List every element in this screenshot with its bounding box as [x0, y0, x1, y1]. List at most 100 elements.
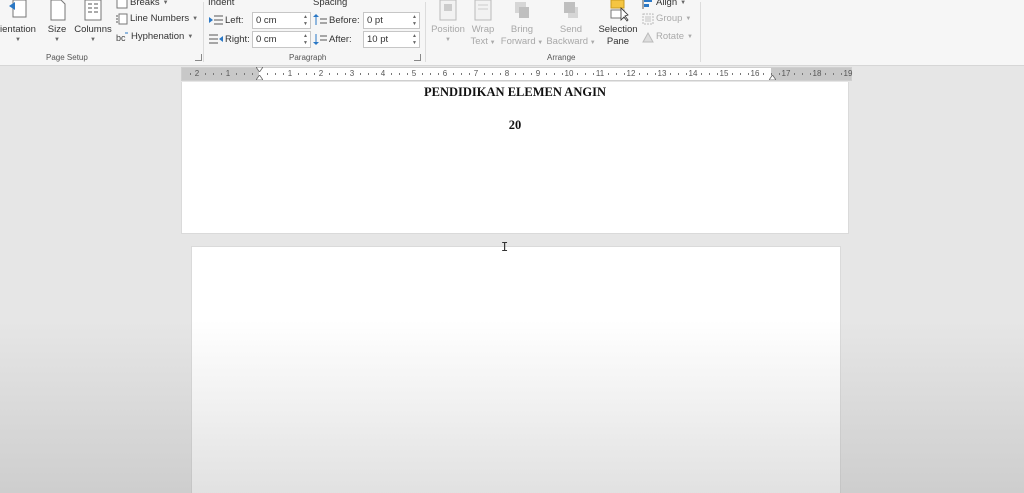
arrange-group-label: Arrange: [547, 53, 576, 62]
hyphenation-button[interactable]: bc Hyphenation ▼: [116, 29, 193, 45]
document-page-next[interactable]: [191, 246, 841, 493]
chevron-down-icon: ▼: [487, 40, 496, 46]
chevron-down-icon: ▼: [685, 16, 692, 22]
selection-pane-button[interactable]: Selection Pane: [596, 0, 640, 48]
page-size-icon: [50, 0, 66, 21]
wrap-text-button[interactable]: Wrap Text ▼: [468, 0, 498, 49]
ruler-tick-mark: [577, 73, 578, 75]
ruler-label: 16: [750, 69, 760, 78]
ruler-label: 4: [380, 69, 386, 78]
ruler-tick-mark: [422, 73, 423, 75]
ruler-label: 1: [287, 69, 293, 78]
ruler-label: 12: [626, 69, 636, 78]
ruler-label: 13: [657, 69, 667, 78]
wrap-text-icon: [474, 0, 492, 21]
chevron-down-icon: ▼: [680, 0, 687, 6]
rotate-button[interactable]: Rotate ▼: [642, 29, 693, 45]
align-button[interactable]: Align ▼: [642, 0, 686, 11]
breaks-button[interactable]: Breaks ▼: [116, 0, 169, 11]
line-numbers-icon: [116, 13, 128, 25]
orientation-icon: [9, 0, 27, 18]
bring-forward-button[interactable]: Bring Forward ▼: [499, 0, 545, 49]
ruler-label: 3: [349, 69, 355, 78]
spacing-before-input[interactable]: 0 pt ▲ ▼: [363, 12, 420, 29]
right-indent-marker[interactable]: [769, 75, 776, 80]
spinner-arrows-icon[interactable]: ▲ ▼: [303, 33, 308, 47]
ruler-tick-mark: [701, 73, 702, 75]
ruler-tick-mark: [252, 73, 253, 75]
ruler-tick-mark: [190, 73, 191, 75]
ruler-tick-mark: [368, 73, 369, 75]
position-button[interactable]: Position ▼: [428, 0, 468, 44]
orientation-button[interactable]: ientation ▼: [0, 0, 40, 44]
send-backward-icon: [564, 2, 578, 18]
ruler-tick-mark: [244, 73, 245, 75]
ruler-tick-mark: [360, 73, 361, 75]
ruler-tick-mark: [221, 73, 222, 75]
chevron-down-icon: ▼: [192, 16, 199, 22]
bring-forward-icon: [515, 2, 529, 18]
ruler-tick-mark: [554, 73, 555, 75]
group-button[interactable]: Group ▼: [642, 11, 691, 27]
ruler-label: 18: [812, 69, 822, 78]
ruler-tick-mark: [205, 73, 206, 75]
ruler-label: 5: [411, 69, 417, 78]
hanging-indent-marker[interactable]: [256, 75, 263, 80]
ruler-tick-mark: [376, 73, 377, 75]
page-setup-dialog-launcher[interactable]: [195, 54, 202, 61]
ruler-tick-mark: [515, 73, 516, 75]
ruler-tick-mark: [399, 73, 400, 75]
ruler-tick-mark: [779, 73, 780, 75]
group-divider: [700, 2, 701, 62]
document-page[interactable]: PENDIDIKAN ELEMEN ANGIN 20: [181, 82, 849, 234]
ruler-tick-mark: [732, 73, 733, 75]
align-icon: [642, 0, 652, 9]
horizontal-ruler[interactable]: 2 1 1 2 3 4 5 6 7 8 9 10 11 12 13 14 15 16 17 18 19: [181, 67, 852, 81]
ruler-label: 17: [781, 69, 791, 78]
spacing-after-input[interactable]: 10 pt ▲ ▼: [363, 31, 420, 48]
ruler-tick-mark: [453, 73, 454, 75]
ruler-tick-mark: [616, 73, 617, 75]
ribbon: ientation ▼ Size ▼ Columns ▼ Breaks ▼ Lin…: [0, 0, 1024, 66]
chevron-down-icon: ▼: [187, 34, 194, 40]
ruler-label: 11: [595, 69, 605, 78]
spacing-before-icon: [313, 14, 327, 25]
size-button[interactable]: Size ▼: [44, 0, 70, 44]
ruler-label: 2: [194, 69, 200, 78]
ruler-label: 15: [719, 69, 729, 78]
ruler-tick-mark: [267, 73, 268, 75]
ruler-tick-mark: [430, 73, 431, 75]
breaks-icon: [116, 0, 128, 9]
ruler-tick-mark: [531, 73, 532, 75]
indent-right-input[interactable]: 0 cm ▲ ▼: [252, 31, 311, 48]
spinner-arrows-icon[interactable]: ▲ ▼: [303, 14, 308, 28]
ruler-tick-mark: [438, 73, 439, 75]
page-setup-group-label: Page Setup: [46, 53, 88, 62]
indent-right-label: Right:: [209, 31, 250, 47]
indent-left-input[interactable]: 0 cm ▲ ▼: [252, 12, 311, 29]
indent-left-icon: [209, 15, 223, 25]
ruler-tick-mark: [833, 73, 834, 75]
hyphenation-icon: bc: [116, 32, 128, 43]
ruler-tick-mark: [647, 73, 648, 75]
paragraph-dialog-launcher[interactable]: [414, 54, 421, 61]
ruler-tick-mark: [686, 73, 687, 75]
ruler-label: 9: [535, 69, 541, 78]
chevron-down-icon: ▼: [588, 40, 596, 46]
ruler-tick-mark: [810, 73, 811, 75]
chevron-down-icon: ▼: [90, 37, 96, 43]
chevron-down-icon: ▼: [445, 37, 451, 43]
spinner-arrows-icon[interactable]: ▲ ▼: [412, 33, 417, 47]
columns-button[interactable]: Columns ▼: [73, 0, 113, 44]
ruler-tick-mark: [329, 73, 330, 75]
ruler-tick-mark: [825, 73, 826, 75]
ruler-tick-mark: [236, 73, 237, 75]
send-backward-button[interactable]: Send Backward ▼: [545, 0, 597, 49]
first-line-indent-marker[interactable]: [256, 67, 263, 72]
ruler-tick-mark: [748, 73, 749, 75]
ruler-tick-mark: [740, 73, 741, 75]
line-numbers-button[interactable]: Line Numbers ▼: [116, 11, 198, 27]
indent-left-label: Left:: [209, 12, 244, 28]
rotate-icon: [642, 31, 654, 43]
spinner-arrows-icon[interactable]: ▲ ▼: [412, 14, 417, 28]
